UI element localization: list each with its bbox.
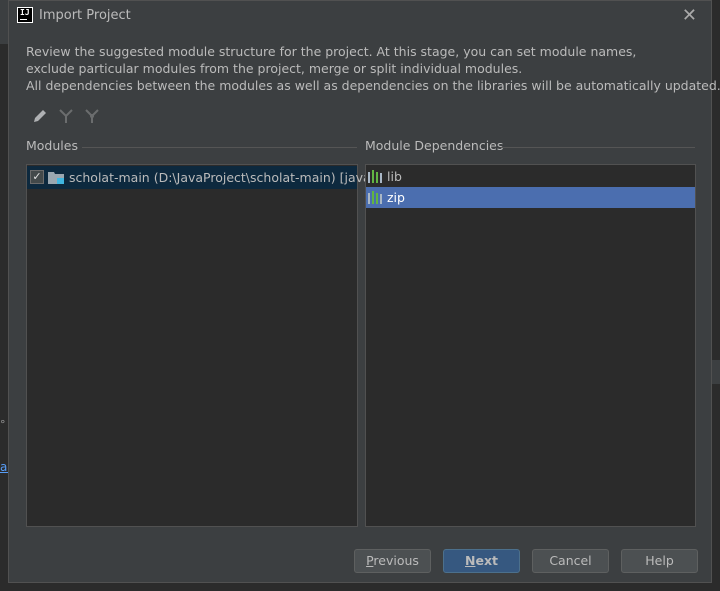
cancel-button[interactable]: Cancel xyxy=(532,549,609,573)
description-line-2: exclude particular modules from the proj… xyxy=(26,61,523,76)
help-button[interactable]: Help xyxy=(621,549,698,573)
background-ide-right xyxy=(712,360,720,384)
modules-label: Modules xyxy=(26,138,78,153)
library-icon xyxy=(368,170,384,183)
merge-icon[interactable] xyxy=(57,107,75,125)
dependency-item-lib[interactable]: lib xyxy=(366,166,695,187)
module-item[interactable]: ✓ scholat-main (D:\JavaProject\scholat-m… xyxy=(27,166,376,189)
dialog-title: Import Project xyxy=(39,8,131,23)
title-bar: IJ Import Project ✕ xyxy=(9,1,711,31)
previous-label: revious xyxy=(373,553,419,568)
background-fragment: ° xyxy=(0,418,6,431)
next-label: ext xyxy=(475,553,498,568)
modules-separator xyxy=(82,147,357,148)
import-project-dialog: IJ Import Project ✕ Review the suggested… xyxy=(8,0,720,583)
description-line-1: Review the suggested module structure fo… xyxy=(26,44,637,59)
next-button[interactable]: Next xyxy=(443,549,520,573)
module-dependencies-list[interactable]: lib zip xyxy=(365,164,696,527)
module-name: scholat-main (D:\JavaProject\scholat-mai… xyxy=(69,170,376,185)
dependency-item-zip[interactable]: zip xyxy=(366,187,695,208)
dependencies-separator xyxy=(501,147,695,148)
intellij-logo-icon: IJ xyxy=(17,7,33,23)
module-checkbox[interactable]: ✓ xyxy=(30,170,44,184)
previous-button[interactable]: Previous xyxy=(354,549,431,573)
dependency-name: zip xyxy=(387,190,405,205)
pencil-icon[interactable] xyxy=(31,107,49,125)
dependency-name: lib xyxy=(387,169,402,184)
next-mnemonic: N xyxy=(465,553,476,568)
modules-list[interactable]: ✓ scholat-main (D:\JavaProject\scholat-m… xyxy=(26,164,376,527)
description-text: Review the suggested module structure fo… xyxy=(26,43,720,94)
close-icon[interactable]: ✕ xyxy=(682,5,697,26)
description-line-3: All dependencies between the modules as … xyxy=(26,78,720,93)
library-icon xyxy=(368,191,384,204)
background-link-fragment: al xyxy=(0,460,8,474)
module-folder-icon xyxy=(48,171,64,184)
split-icon[interactable] xyxy=(83,107,101,125)
background-ide-top xyxy=(0,0,8,44)
module-dependencies-label: Module Dependencies xyxy=(365,138,504,153)
